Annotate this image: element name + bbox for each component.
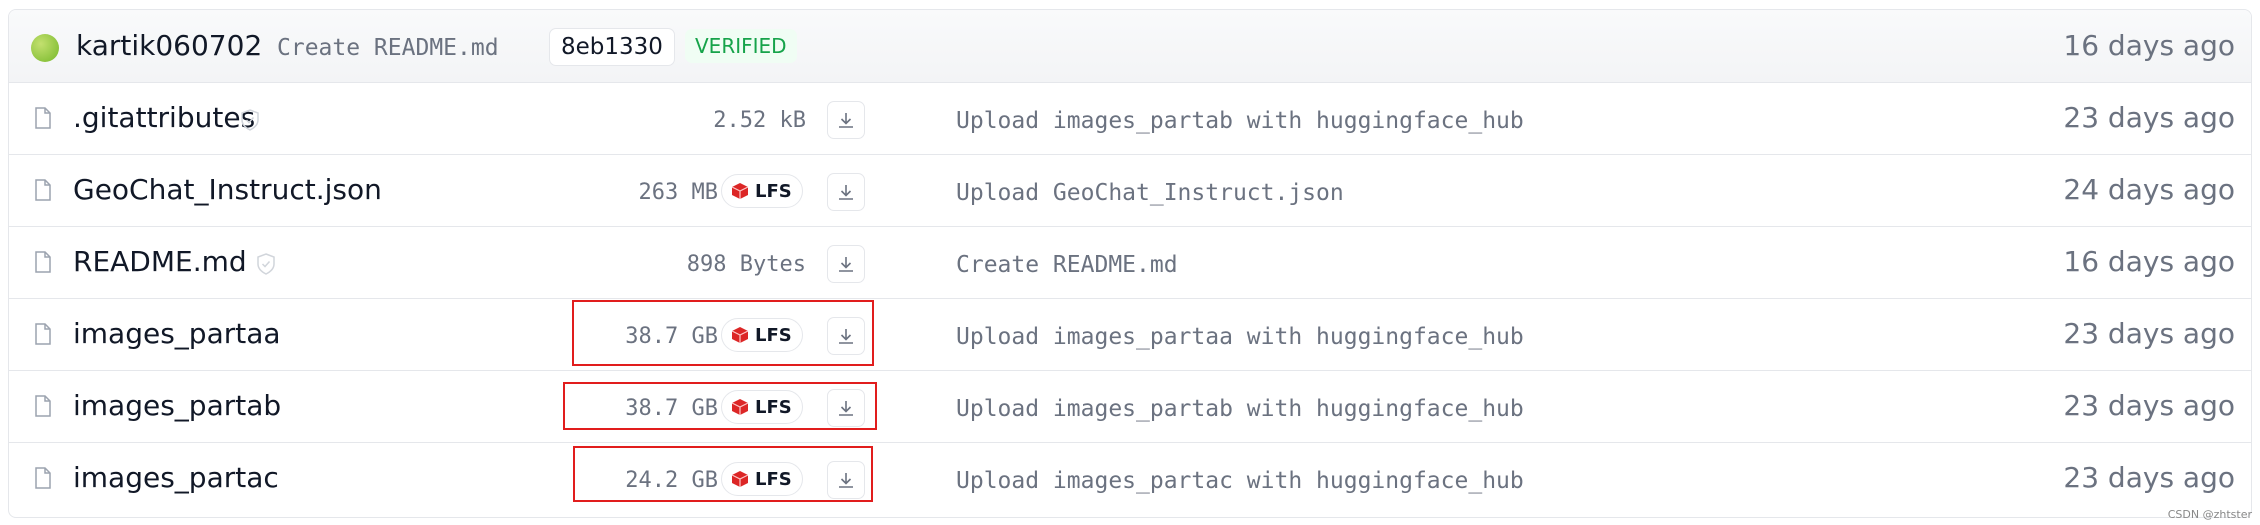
lfs-badge: LFS [721,174,803,208]
lfs-label: LFS [755,180,792,202]
commit-message[interactable]: Create README.md [277,30,499,66]
file-row[interactable]: images_partaa 38.7 GB LFS Upload images_… [9,298,2251,370]
safe-shield-icon [241,109,259,131]
file-row[interactable]: images_partac 24.2 GB LFS Upload images_… [9,442,2251,514]
file-icon [35,251,51,273]
file-commit-message[interactable]: Upload images_partab with huggingface_hu… [956,391,1524,427]
file-row[interactable]: GeoChat_Instruct.json 263 MB LFS Upload … [9,154,2251,226]
download-button[interactable] [827,173,865,211]
file-name[interactable]: images_partac [73,460,279,496]
file-list-table: kartik060702 Create README.md 8eb1330 VE… [8,9,2252,518]
verified-badge: VERIFIED [685,29,797,63]
file-time: 23 days ago [2063,389,2235,422]
watermark: CSDN @zhtster [2167,508,2252,521]
file-time: 24 days ago [2063,173,2235,206]
file-time: 23 days ago [2063,101,2235,134]
avatar[interactable] [31,34,59,62]
file-commit-message[interactable]: Upload images_partab with huggingface_hu… [956,103,1524,139]
highlight-box [563,382,877,430]
file-icon [35,179,51,201]
download-button[interactable] [827,245,865,283]
file-time: 16 days ago [2063,245,2235,278]
file-row[interactable]: .gitattributes 2.52 kB Upload images_par… [9,82,2251,154]
download-icon [839,185,853,200]
commit-sha[interactable]: 8eb1330 [549,28,675,66]
commit-time: 16 days ago [2063,29,2235,62]
file-size: 2.52 kB [713,108,806,133]
file-row[interactable]: README.md 898 Bytes Create README.md 16 … [9,226,2251,298]
highlight-box [572,300,874,366]
lfs-cube-icon [731,183,749,199]
file-icon [35,323,51,345]
latest-commit-bar: kartik060702 Create README.md 8eb1330 VE… [9,10,2251,82]
file-commit-message[interactable]: Upload GeoChat_Instruct.json [956,175,1344,211]
file-icon [35,467,51,489]
file-name[interactable]: images_partab [73,388,281,424]
commit-author[interactable]: kartik060702 [76,28,262,64]
file-name[interactable]: README.md [73,244,247,280]
file-name[interactable]: images_partaa [73,316,281,352]
file-size: 898 Bytes [686,252,806,277]
file-commit-message[interactable]: Create README.md [956,247,1178,283]
highlight-box [573,446,873,502]
file-row[interactable]: images_partab 38.7 GB LFS Upload images_… [9,370,2251,442]
file-name[interactable]: GeoChat_Instruct.json [73,172,382,208]
file-commit-message[interactable]: Upload images_partaa with huggingface_hu… [956,319,1524,355]
safe-shield-icon [257,253,275,275]
download-icon [839,257,853,272]
file-size: 263 MB [638,180,718,205]
file-name[interactable]: .gitattributes [73,100,255,136]
file-time: 23 days ago [2063,461,2235,494]
file-time: 23 days ago [2063,317,2235,350]
download-icon [839,113,853,128]
file-icon [35,395,51,417]
file-commit-message[interactable]: Upload images_partac with huggingface_hu… [956,463,1524,499]
file-icon [35,107,51,129]
download-button[interactable] [827,101,865,139]
